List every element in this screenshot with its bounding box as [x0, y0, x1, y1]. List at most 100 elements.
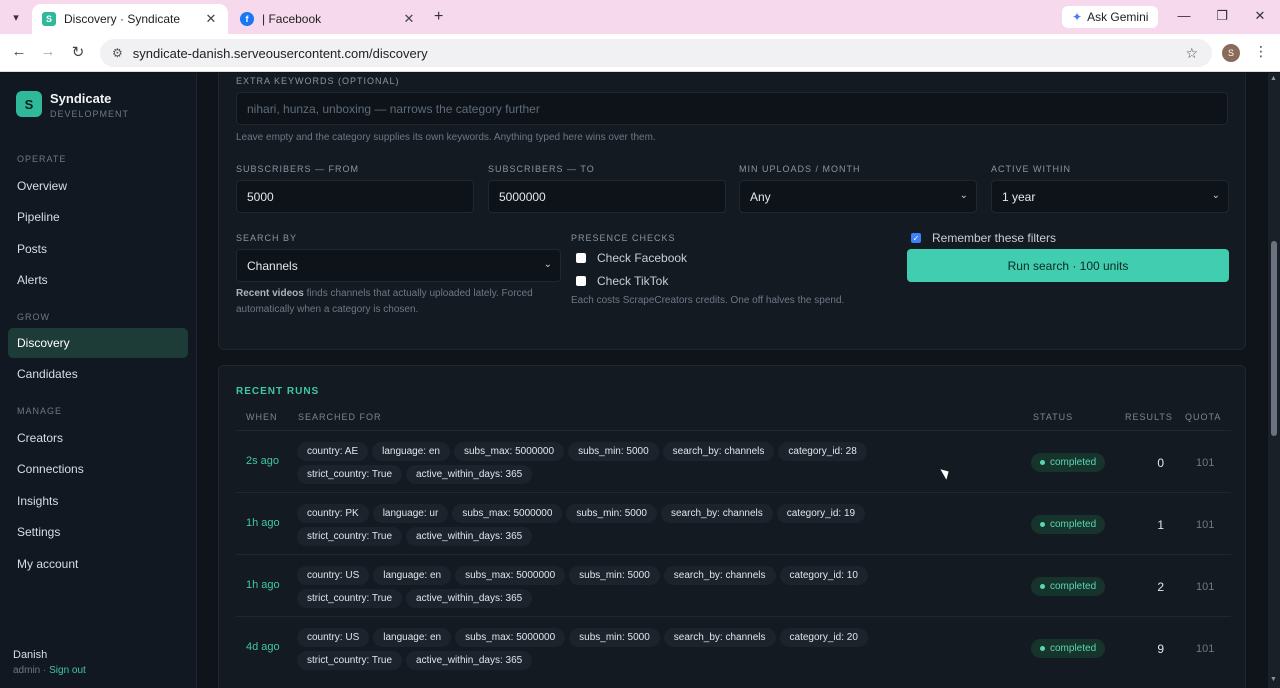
syndicate-favicon-icon: S [42, 12, 56, 26]
min-uploads-value: Any [750, 189, 771, 204]
sidebar-section-grow: GROW [17, 312, 50, 322]
url-text[interactable]: syndicate-danish.serveousercontent.com/d… [133, 46, 1186, 61]
sidebar-item-discovery[interactable]: Discovery [8, 328, 188, 358]
status-badge: completed [1031, 639, 1106, 658]
column-header-status: STATUS [1033, 412, 1074, 422]
column-header-quota: QUOTA [1185, 412, 1222, 422]
user-role: admin · [13, 665, 50, 676]
sidebar-item-alerts[interactable]: Alerts [8, 265, 188, 295]
keywords-input[interactable]: nihari, hunza, unboxing — narrows the ca… [236, 92, 1228, 125]
checkbox-box[interactable] [576, 276, 586, 286]
sidebar-item-connections[interactable]: Connections [8, 454, 188, 484]
app-root: S Syndicate DEVELOPMENT OPERATE Overview… [0, 73, 1280, 688]
table-row[interactable]: 4d ago country: US language: en subs_max: … [236, 616, 1231, 678]
checkmark-icon[interactable]: ✓ [911, 233, 921, 243]
min-uploads-label: MIN UPLOADS / MONTH [739, 164, 861, 174]
scroll-down-arrow-icon[interactable]: ▼ [1270, 676, 1277, 683]
forward-arrow-icon[interactable]: → [38, 43, 58, 60]
back-arrow-icon[interactable]: ← [9, 43, 29, 60]
sidebar-item-settings[interactable]: Settings [8, 517, 188, 547]
run-params: country: AE language: en subs_max: 5000000… [297, 441, 977, 487]
sidebar-item-insights[interactable]: Insights [8, 486, 188, 516]
status-dot-icon [1040, 460, 1045, 465]
sidebar-item-my-account[interactable]: My account [8, 549, 188, 579]
sidebar-item-pipeline[interactable]: Pipeline [8, 202, 188, 232]
run-results: 1 [1157, 518, 1164, 532]
subs-to-input[interactable]: 5000000 [488, 180, 726, 213]
page-scrollbar[interactable]: ▲ ▼ [1268, 73, 1280, 688]
param-chip: country: US [297, 566, 370, 585]
bookmark-star-icon[interactable]: ☆ [1185, 45, 1198, 62]
ask-gemini-button[interactable]: ✦ Ask Gemini [1062, 6, 1159, 28]
gemini-label: Ask Gemini [1087, 10, 1149, 24]
checkbox-box[interactable] [576, 253, 586, 263]
check-tiktok-checkbox[interactable]: Check TikTok [576, 274, 668, 288]
run-results: 2 [1157, 580, 1164, 594]
browser-tab-discovery[interactable]: S Discovery · Syndicate ✕ [32, 4, 228, 34]
status-badge: completed [1031, 515, 1106, 534]
sign-out-link[interactable]: Sign out [49, 665, 86, 676]
check-facebook-checkbox[interactable]: Check Facebook [576, 251, 687, 265]
subs-to-label: SUBSCRIBERS — TO [488, 164, 595, 174]
run-params: country: US language: en subs_max: 5000000… [297, 627, 977, 673]
sidebar: S Syndicate DEVELOPMENT OPERATE Overview… [0, 73, 197, 688]
browser-tab-strip: ▾ S Discovery · Syndicate ✕ f | Facebook… [0, 0, 1280, 34]
sidebar-item-creators[interactable]: Creators [8, 423, 188, 453]
reload-icon[interactable]: ↻ [68, 43, 88, 61]
profile-avatar[interactable]: S [1222, 44, 1240, 62]
maximize-icon[interactable]: ❐ [1212, 8, 1232, 24]
browser-menu-icon[interactable]: ⋮ [1254, 43, 1268, 60]
keywords-label: EXTRA KEYWORDS (OPTIONAL) [236, 76, 400, 86]
table-row[interactable]: 1h ago country: US language: en subs_max: … [236, 554, 1231, 616]
close-tab-icon[interactable]: ✕ [402, 11, 416, 27]
param-chip: strict_country: True [297, 651, 403, 670]
recent-runs-title: RECENT RUNS [236, 386, 320, 397]
param-chip: active_within_days: 365 [406, 651, 533, 670]
close-window-icon[interactable]: ✕ [1250, 8, 1270, 24]
scroll-up-arrow-icon[interactable]: ▲ [1270, 75, 1277, 82]
param-chip: search_by: channels [662, 442, 775, 461]
param-chip: category_id: 19 [776, 504, 866, 523]
site-settings-icon[interactable]: ⚙ [112, 46, 123, 60]
address-bar[interactable]: ⚙ syndicate-danish.serveousercontent.com… [100, 39, 1212, 67]
param-chip: country: PK [297, 504, 369, 523]
search-by-hint: Recent videos finds channels that actual… [236, 286, 551, 318]
sidebar-item-posts[interactable]: Posts [8, 234, 188, 264]
active-within-value: 1 year [1002, 189, 1036, 204]
param-chip: active_within_days: 365 [406, 465, 533, 484]
param-chip: subs_min: 5000 [569, 566, 660, 585]
run-search-button[interactable]: Run search · 100 units [907, 249, 1229, 282]
min-uploads-select[interactable]: Any ⌄ [739, 180, 977, 213]
facebook-favicon-icon: f [240, 12, 254, 26]
run-when: 4d ago [246, 641, 280, 653]
minimize-icon[interactable]: — [1174, 8, 1194, 23]
browser-tab-facebook[interactable]: f | Facebook ✕ [230, 4, 426, 34]
browser-toolbar: ← → ↻ ⚙ syndicate-danish.serveouserconte… [0, 34, 1280, 72]
close-tab-icon[interactable]: ✕ [204, 11, 218, 27]
param-chip: active_within_days: 365 [406, 527, 533, 546]
table-row[interactable]: 1h ago country: PK language: ur subs_max: … [236, 492, 1231, 554]
run-quota: 101 [1196, 643, 1215, 655]
column-header-results: RESULTS [1125, 412, 1173, 422]
tab-search-chevron-icon[interactable]: ▾ [6, 7, 26, 27]
keywords-hint: Leave empty and the category supplies it… [236, 132, 656, 143]
run-when: 2s ago [246, 455, 280, 467]
param-chip: search_by: channels [663, 566, 776, 585]
active-within-select[interactable]: 1 year ⌄ [991, 180, 1229, 213]
param-chip: category_id: 20 [779, 628, 868, 647]
run-quota: 101 [1196, 519, 1215, 531]
sidebar-item-candidates[interactable]: Candidates [8, 359, 188, 389]
remember-filters-checkbox[interactable]: ✓ Remember these filters [911, 231, 1056, 245]
param-chip: strict_country: True [297, 527, 403, 546]
table-row[interactable]: 2s ago country: AE language: en subs_max: … [236, 430, 1231, 492]
new-tab-plus-icon[interactable]: + [434, 8, 443, 26]
sidebar-item-overview[interactable]: Overview [8, 171, 188, 201]
subs-from-label: SUBSCRIBERS — FROM [236, 164, 360, 174]
scrollbar-thumb[interactable] [1271, 241, 1277, 436]
subs-from-input[interactable]: 5000 [236, 180, 474, 213]
search-by-select[interactable]: Channels ⌄ [236, 249, 561, 282]
param-chip: country: AE [297, 442, 369, 461]
search-by-value: Channels [247, 258, 298, 273]
check-tiktok-label: Check TikTok [597, 274, 669, 288]
chevron-down-icon: ⌄ [959, 190, 968, 201]
